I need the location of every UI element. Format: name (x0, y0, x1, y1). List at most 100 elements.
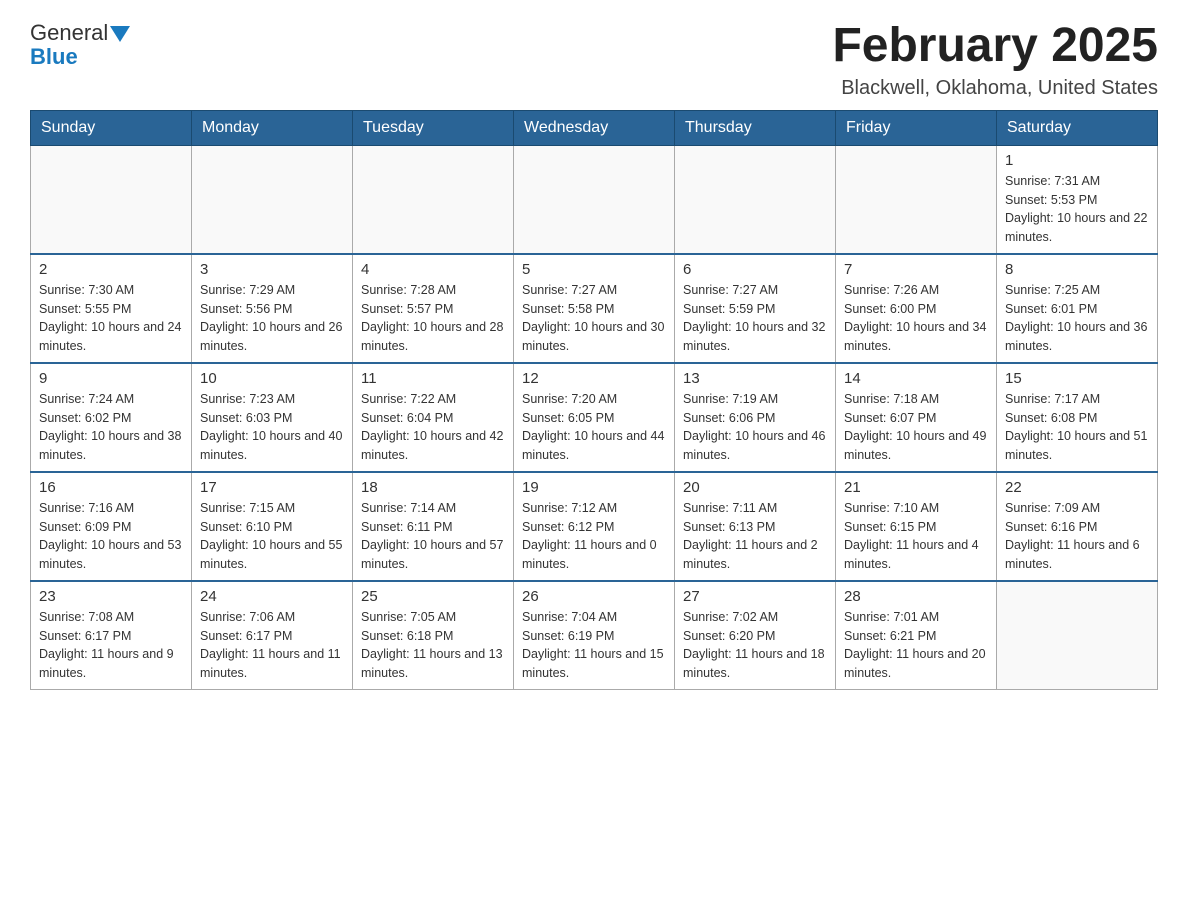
table-row (353, 145, 514, 254)
day-info: Sunrise: 7:02 AM Sunset: 6:20 PM Dayligh… (683, 608, 827, 683)
table-row: 7Sunrise: 7:26 AM Sunset: 6:00 PM Daylig… (836, 254, 997, 363)
col-wednesday: Wednesday (514, 110, 675, 145)
table-row: 22Sunrise: 7:09 AM Sunset: 6:16 PM Dayli… (997, 472, 1158, 581)
col-tuesday: Tuesday (353, 110, 514, 145)
day-number: 3 (200, 261, 344, 278)
calendar-week-row: 2 Sunrise: 7:30 AM Sunset: 5:55 PM Daylig… (31, 254, 1158, 363)
day-number: 16 (39, 479, 183, 496)
day-info: Sunrise: 7:15 AM Sunset: 6:10 PM Dayligh… (200, 499, 344, 574)
table-row (997, 581, 1158, 690)
logo: General Blue (30, 20, 130, 70)
table-row: 2 Sunrise: 7:30 AM Sunset: 5:55 PM Daylig… (31, 254, 192, 363)
day-info: Sunrise: 7:04 AM Sunset: 6:19 PM Dayligh… (522, 608, 666, 683)
table-row: 27Sunrise: 7:02 AM Sunset: 6:20 PM Dayli… (675, 581, 836, 690)
table-row: 16 Sunrise: 7:16 AM Sunset: 6:09 PM Dayli… (31, 472, 192, 581)
table-row: 5 Sunrise: 7:27 AM Sunset: 5:58 PM Daylig… (514, 254, 675, 363)
table-row: 4 Sunrise: 7:28 AM Sunset: 5:57 PM Daylig… (353, 254, 514, 363)
table-row: 23 Sunrise: 7:08 AM Sunset: 6:17 PM Dayli… (31, 581, 192, 690)
day-info: Sunrise: 7:29 AM Sunset: 5:56 PM Dayligh… (200, 281, 344, 356)
page-title: February 2025 (832, 20, 1158, 73)
day-info: Sunrise: 7:11 AM Sunset: 6:13 PM Dayligh… (683, 499, 827, 574)
day-number: 15 (1005, 370, 1149, 387)
day-info: Sunrise: 7:05 AM Sunset: 6:18 PM Dayligh… (361, 608, 505, 683)
table-row: 25 Sunrise: 7:05 AM Sunset: 6:18 PM Dayli… (353, 581, 514, 690)
day-info: Sunrise: 7:10 AM Sunset: 6:15 PM Dayligh… (844, 499, 988, 574)
day-info: Sunrise: 7:27 AM Sunset: 5:58 PM Dayligh… (522, 281, 666, 356)
table-row (31, 145, 192, 254)
day-number: 20 (683, 479, 827, 496)
table-row: 9 Sunrise: 7:24 AM Sunset: 6:02 PM Daylig… (31, 363, 192, 472)
day-info: Sunrise: 7:22 AM Sunset: 6:04 PM Dayligh… (361, 390, 505, 465)
day-number: 6 (683, 261, 827, 278)
table-row: 15 Sunrise: 7:17 AM Sunset: 6:08 PM Dayli… (997, 363, 1158, 472)
table-row (675, 145, 836, 254)
day-info: Sunrise: 7:28 AM Sunset: 5:57 PM Dayligh… (361, 281, 505, 356)
table-row: 10 Sunrise: 7:23 AM Sunset: 6:03 PM Dayli… (192, 363, 353, 472)
day-info: Sunrise: 7:16 AM Sunset: 6:09 PM Dayligh… (39, 499, 183, 574)
logo-general-text: General (30, 20, 108, 46)
day-number: 28 (844, 588, 988, 605)
logo-blue-text: Blue (30, 44, 78, 70)
day-info: Sunrise: 7:01 AM Sunset: 6:21 PM Dayligh… (844, 608, 988, 683)
table-row: 6 Sunrise: 7:27 AM Sunset: 5:59 PM Daylig… (675, 254, 836, 363)
day-number: 17 (200, 479, 344, 496)
col-friday: Friday (836, 110, 997, 145)
day-info: Sunrise: 7:24 AM Sunset: 6:02 PM Dayligh… (39, 390, 183, 465)
day-number: 5 (522, 261, 666, 278)
page-subtitle: Blackwell, Oklahoma, United States (832, 77, 1158, 100)
table-row: 28 Sunrise: 7:01 AM Sunset: 6:21 PM Dayli… (836, 581, 997, 690)
day-info: Sunrise: 7:18 AM Sunset: 6:07 PM Dayligh… (844, 390, 988, 465)
calendar-week-row: 16 Sunrise: 7:16 AM Sunset: 6:09 PM Dayli… (31, 472, 1158, 581)
calendar-week-row: 9 Sunrise: 7:24 AM Sunset: 6:02 PM Daylig… (31, 363, 1158, 472)
table-row: 3 Sunrise: 7:29 AM Sunset: 5:56 PM Daylig… (192, 254, 353, 363)
col-monday: Monday (192, 110, 353, 145)
day-number: 1 (1005, 152, 1149, 169)
day-info: Sunrise: 7:27 AM Sunset: 5:59 PM Dayligh… (683, 281, 827, 356)
day-info: Sunrise: 7:09 AM Sunset: 6:16 PM Dayligh… (1005, 499, 1149, 574)
day-number: 4 (361, 261, 505, 278)
day-number: 18 (361, 479, 505, 496)
day-info: Sunrise: 7:23 AM Sunset: 6:03 PM Dayligh… (200, 390, 344, 465)
table-row: 13Sunrise: 7:19 AM Sunset: 6:06 PM Dayli… (675, 363, 836, 472)
calendar-header-row: Sunday Monday Tuesday Wednesday Thursday… (31, 110, 1158, 145)
table-row (836, 145, 997, 254)
day-number: 26 (522, 588, 666, 605)
calendar-week-row: 23 Sunrise: 7:08 AM Sunset: 6:17 PM Dayli… (31, 581, 1158, 690)
day-info: Sunrise: 7:25 AM Sunset: 6:01 PM Dayligh… (1005, 281, 1149, 356)
page-header: General Blue February 2025 Blackwell, Ok… (30, 20, 1158, 100)
day-number: 24 (200, 588, 344, 605)
day-info: Sunrise: 7:06 AM Sunset: 6:17 PM Dayligh… (200, 608, 344, 683)
day-info: Sunrise: 7:30 AM Sunset: 5:55 PM Dayligh… (39, 281, 183, 356)
day-number: 14 (844, 370, 988, 387)
table-row: 1Sunrise: 7:31 AM Sunset: 5:53 PM Daylig… (997, 145, 1158, 254)
table-row: 8 Sunrise: 7:25 AM Sunset: 6:01 PM Daylig… (997, 254, 1158, 363)
table-row: 24 Sunrise: 7:06 AM Sunset: 6:17 PM Dayli… (192, 581, 353, 690)
table-row: 17 Sunrise: 7:15 AM Sunset: 6:10 PM Dayli… (192, 472, 353, 581)
day-number: 10 (200, 370, 344, 387)
day-info: Sunrise: 7:20 AM Sunset: 6:05 PM Dayligh… (522, 390, 666, 465)
day-number: 7 (844, 261, 988, 278)
calendar-table: Sunday Monday Tuesday Wednesday Thursday… (30, 110, 1158, 690)
day-number: 12 (522, 370, 666, 387)
day-number: 9 (39, 370, 183, 387)
day-number: 23 (39, 588, 183, 605)
col-sunday: Sunday (31, 110, 192, 145)
day-number: 25 (361, 588, 505, 605)
day-info: Sunrise: 7:17 AM Sunset: 6:08 PM Dayligh… (1005, 390, 1149, 465)
day-info: Sunrise: 7:12 AM Sunset: 6:12 PM Dayligh… (522, 499, 666, 574)
table-row: 20 Sunrise: 7:11 AM Sunset: 6:13 PM Dayli… (675, 472, 836, 581)
day-info: Sunrise: 7:19 AM Sunset: 6:06 PM Dayligh… (683, 390, 827, 465)
day-info: Sunrise: 7:08 AM Sunset: 6:17 PM Dayligh… (39, 608, 183, 683)
day-number: 8 (1005, 261, 1149, 278)
logo-arrow-icon (110, 26, 130, 42)
day-number: 2 (39, 261, 183, 278)
day-info: Sunrise: 7:14 AM Sunset: 6:11 PM Dayligh… (361, 499, 505, 574)
calendar-week-row: 1Sunrise: 7:31 AM Sunset: 5:53 PM Daylig… (31, 145, 1158, 254)
table-row: 11Sunrise: 7:22 AM Sunset: 6:04 PM Dayli… (353, 363, 514, 472)
table-row: 14 Sunrise: 7:18 AM Sunset: 6:07 PM Dayli… (836, 363, 997, 472)
col-saturday: Saturday (997, 110, 1158, 145)
table-row (192, 145, 353, 254)
table-row: 18 Sunrise: 7:14 AM Sunset: 6:11 PM Dayli… (353, 472, 514, 581)
table-row: 19Sunrise: 7:12 AM Sunset: 6:12 PM Dayli… (514, 472, 675, 581)
table-row: 21Sunrise: 7:10 AM Sunset: 6:15 PM Dayli… (836, 472, 997, 581)
